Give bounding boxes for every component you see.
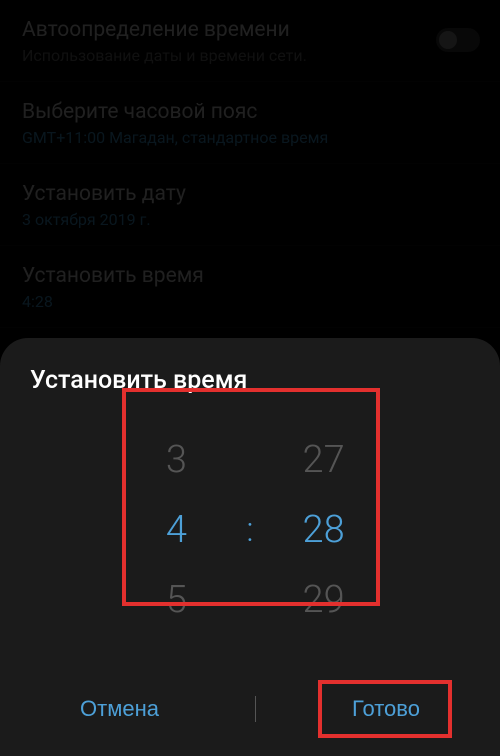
hour-selected: 4 <box>166 495 187 565</box>
minute-selected: 28 <box>302 495 344 565</box>
hour-column[interactable]: 3 4 5 <box>136 425 216 635</box>
button-divider <box>255 696 256 722</box>
time-separator: : <box>246 510 253 550</box>
minute-next: 29 <box>302 565 344 635</box>
dialog-title: Установить время <box>30 366 478 395</box>
hour-next: 5 <box>166 565 187 635</box>
time-picker: 3 4 5 : 27 28 29 <box>100 425 400 635</box>
minute-column[interactable]: 27 28 29 <box>284 425 364 635</box>
hour-prev: 3 <box>166 425 187 495</box>
cancel-button[interactable]: Отмена <box>56 682 183 736</box>
time-picker-dialog: Установить время 3 4 5 : 27 28 29 Отмена… <box>0 338 500 756</box>
minute-prev: 27 <box>302 425 344 495</box>
done-button[interactable]: Готово <box>328 682 444 736</box>
dialog-button-row: Отмена Готово <box>0 682 500 736</box>
